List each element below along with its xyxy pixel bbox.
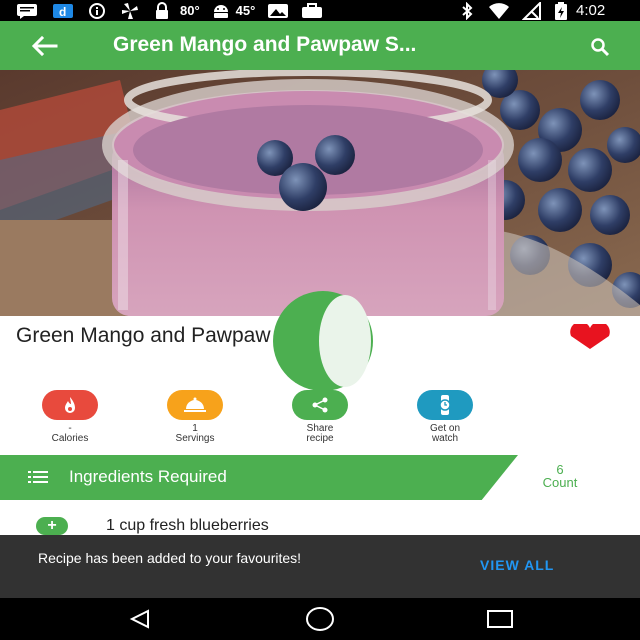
home-circle-icon[interactable] [305, 606, 335, 632]
watch-label-2: watch [431, 433, 459, 444]
bluetooth-icon [462, 1, 473, 20]
share-icon [292, 390, 348, 420]
fan-icon [122, 2, 138, 19]
snackbar: Recipe has been added to your favourites… [0, 535, 640, 598]
app-bar: Green Mango and Pawpaw S... [0, 21, 640, 70]
svg-text:d: d [59, 5, 66, 19]
android-icon [213, 4, 228, 18]
share-recipe-action[interactable]: Share recipe [280, 390, 360, 444]
calories-action[interactable]: - Calories [30, 390, 110, 444]
battery-charging-icon [555, 1, 567, 20]
get-on-watch-action[interactable]: Get on watch [405, 390, 485, 444]
no-signal-icon [522, 1, 541, 20]
recents-square-icon[interactable] [486, 609, 514, 629]
share-label-2: recipe [306, 433, 334, 444]
ingredient-text: 1 cup fresh blueberries [106, 517, 269, 534]
status-bar: d 80° 45° 4:02 [0, 0, 640, 21]
temperature-1: 80° [180, 3, 200, 18]
ingredients-header: Ingredients Required 6 Count [0, 455, 640, 500]
calories-label: Calories [51, 433, 89, 444]
ingredients-count: 6 Count [520, 463, 600, 489]
watch-icon [417, 390, 473, 420]
cloche-icon [167, 390, 223, 420]
recipe-photo [0, 70, 640, 316]
servings-action[interactable]: 1 Servings [155, 390, 235, 444]
photo-icon [268, 3, 289, 18]
snackbar-message: Recipe has been added to your favourites… [38, 550, 302, 566]
flame-icon [42, 390, 98, 420]
briefcase-icon [302, 2, 323, 18]
ingredients-title: Ingredients Required [69, 467, 227, 486]
wifi-icon [489, 2, 509, 19]
page-title: Green Mango and Pawpaw S... [113, 33, 417, 56]
heart-icon[interactable] [566, 324, 614, 350]
view-all-button[interactable]: VIEW ALL [480, 557, 554, 573]
count-label: Count [542, 475, 578, 490]
servings-label: Servings [175, 433, 215, 444]
navigation-bar [0, 598, 640, 640]
d-app-icon: d [53, 3, 73, 19]
loading-spinner [273, 291, 373, 391]
info-icon [89, 2, 105, 19]
search-icon[interactable] [590, 37, 612, 59]
arrow-left-icon[interactable] [30, 35, 58, 57]
clock: 4:02 [576, 2, 606, 19]
back-triangle-icon[interactable] [128, 609, 152, 629]
message-icon [17, 3, 37, 19]
temperature-2: 45° [235, 3, 256, 18]
add-ingredient-icon[interactable]: + [36, 517, 68, 535]
list-icon [28, 471, 48, 483]
lock-icon [156, 1, 168, 19]
